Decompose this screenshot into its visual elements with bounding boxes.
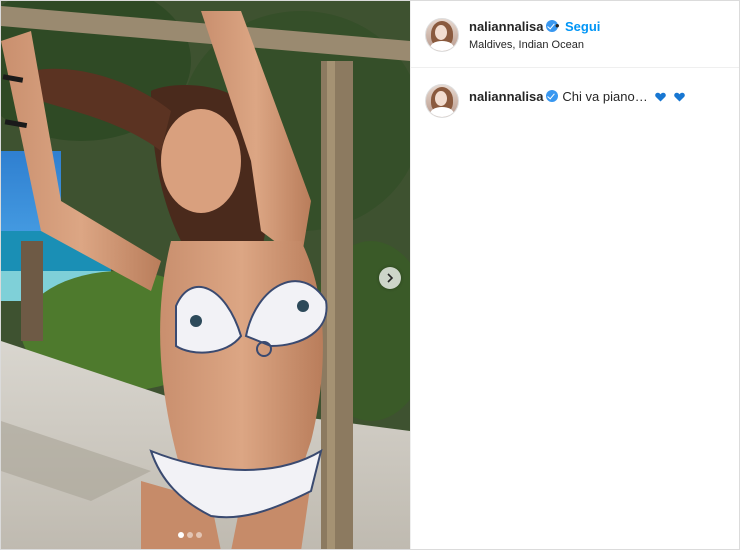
avatar[interactable] — [425, 84, 459, 118]
next-slide-button[interactable] — [379, 267, 401, 289]
carousel-dot — [196, 532, 202, 538]
verified-badge-icon — [546, 90, 559, 102]
caption-message: Chi va piano… — [562, 89, 648, 104]
blue-heart-icon — [655, 92, 667, 102]
carousel-dot-active — [178, 532, 184, 538]
follow-button[interactable]: Segui — [565, 19, 600, 34]
avatar[interactable] — [425, 18, 459, 52]
blue-heart-icon — [674, 92, 685, 102]
caption-username[interactable]: naliannalisa — [469, 89, 543, 104]
username-text[interactable]: naliannalisa — [469, 19, 543, 34]
caption-text: naliannalisa Chi va piano… — [469, 89, 685, 104]
location-link[interactable]: Maldives, Indian Ocean — [469, 39, 584, 51]
carousel-indicator — [178, 532, 202, 538]
chevron-right-icon — [387, 273, 394, 283]
post-dialog: naliannalisa • Segui Maldives, Indian Oc… — [0, 0, 740, 550]
post-photo[interactable] — [1, 1, 410, 549]
carousel-dot — [187, 532, 193, 538]
separator-dot: • — [555, 18, 560, 33]
post-header: naliannalisa • Segui Maldives, Indian Oc… — [411, 1, 739, 68]
header-username[interactable]: naliannalisa — [469, 19, 559, 34]
photo-illustration — [1, 1, 410, 549]
post-sidebar: naliannalisa • Segui Maldives, Indian Oc… — [410, 1, 739, 549]
